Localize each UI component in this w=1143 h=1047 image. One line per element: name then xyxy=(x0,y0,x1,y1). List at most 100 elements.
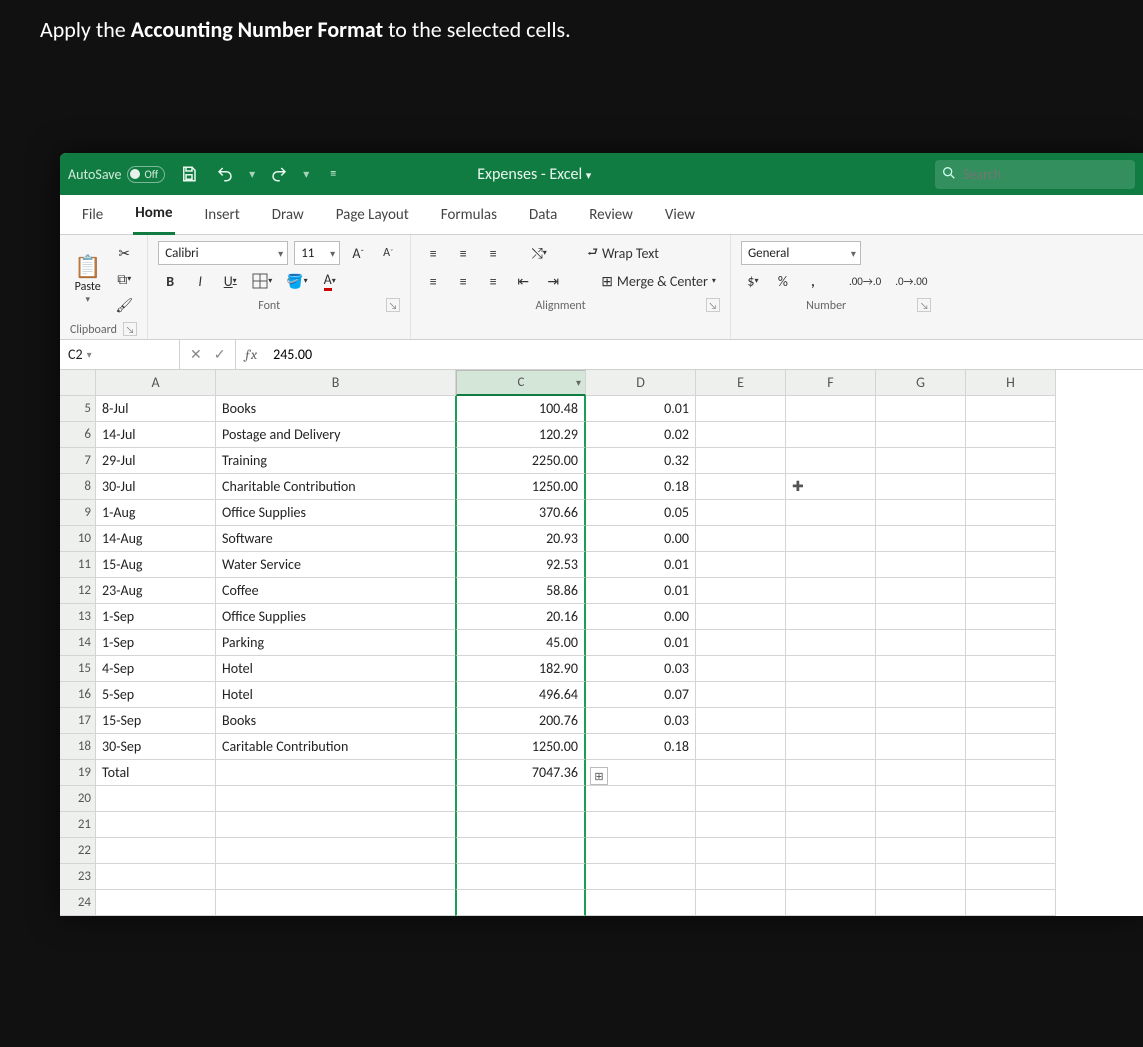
row-header-18[interactable]: 18 xyxy=(60,734,96,760)
number-format-select[interactable]: General xyxy=(741,241,861,265)
underline-button[interactable]: U ▾ xyxy=(218,269,242,293)
cell-A24[interactable] xyxy=(96,890,216,916)
cell-E7[interactable] xyxy=(696,448,786,474)
cell-D9[interactable]: 0.05 xyxy=(586,500,696,526)
cell-F24[interactable] xyxy=(786,890,876,916)
tab-page-layout[interactable]: Page Layout xyxy=(334,200,411,234)
cell-B19[interactable] xyxy=(216,760,456,786)
cell-A13[interactable]: 1-Sep xyxy=(96,604,216,630)
dialog-launcher-icon[interactable]: ↘ xyxy=(123,322,137,336)
cell-D21[interactable] xyxy=(586,812,696,838)
cell-A10[interactable]: 14-Aug xyxy=(96,526,216,552)
percent-button[interactable]: % xyxy=(771,269,795,293)
row-header-16[interactable]: 16 xyxy=(60,682,96,708)
cell-A16[interactable]: 5-Sep xyxy=(96,682,216,708)
cell-G10[interactable] xyxy=(876,526,966,552)
tab-insert[interactable]: Insert xyxy=(203,200,242,234)
cell-E21[interactable] xyxy=(696,812,786,838)
column-header-F[interactable]: F xyxy=(786,370,876,396)
align-top-icon[interactable]: ≡ xyxy=(421,241,445,265)
cell-C21[interactable] xyxy=(455,812,586,838)
cell-G18[interactable] xyxy=(876,734,966,760)
cell-H24[interactable] xyxy=(966,890,1056,916)
cell-F20[interactable] xyxy=(786,786,876,812)
cell-E10[interactable] xyxy=(696,526,786,552)
cell-H20[interactable] xyxy=(966,786,1056,812)
cell-D17[interactable]: 0.03 xyxy=(586,708,696,734)
cell-C6[interactable]: 120.29 xyxy=(455,422,586,448)
cell-F17[interactable] xyxy=(786,708,876,734)
cell-E22[interactable] xyxy=(696,838,786,864)
cell-E11[interactable] xyxy=(696,552,786,578)
font-name-select[interactable]: Calibri xyxy=(158,241,288,265)
redo-icon[interactable] xyxy=(267,162,291,186)
cell-A7[interactable]: 29-Jul xyxy=(96,448,216,474)
cell-F22[interactable] xyxy=(786,838,876,864)
tab-formulas[interactable]: Formulas xyxy=(439,200,499,234)
cell-G20[interactable] xyxy=(876,786,966,812)
cell-F23[interactable] xyxy=(786,864,876,890)
cell-D22[interactable] xyxy=(586,838,696,864)
copy-icon[interactable]: ⧉▾ xyxy=(111,267,137,291)
cell-A18[interactable]: 30-Sep xyxy=(96,734,216,760)
cell-H9[interactable] xyxy=(966,500,1056,526)
row-header-10[interactable]: 10 xyxy=(60,526,96,552)
row-header-23[interactable]: 23 xyxy=(60,864,96,890)
select-all-corner[interactable] xyxy=(60,370,96,396)
document-title[interactable]: Expenses - Excel ▾ xyxy=(477,165,591,184)
cell-D24[interactable] xyxy=(586,890,696,916)
cell-D12[interactable]: 0.01 xyxy=(586,578,696,604)
accounting-format-button[interactable]: $ ▾ xyxy=(741,269,765,293)
column-header-G[interactable]: G xyxy=(876,370,966,396)
fx-icon[interactable]: ƒx xyxy=(236,340,265,369)
cell-C16[interactable]: 496.64 xyxy=(455,682,586,708)
cell-E23[interactable] xyxy=(696,864,786,890)
cell-F9[interactable] xyxy=(786,500,876,526)
grow-font-icon[interactable]: Aˆ xyxy=(346,241,370,265)
save-icon[interactable] xyxy=(177,162,201,186)
cell-H22[interactable] xyxy=(966,838,1056,864)
fill-color-icon[interactable]: 🪣▾ xyxy=(282,269,311,293)
cell-D5[interactable]: 0.01 xyxy=(586,396,696,422)
cell-A22[interactable] xyxy=(96,838,216,864)
cell-E18[interactable] xyxy=(696,734,786,760)
format-painter-icon[interactable]: 🖌 xyxy=(111,293,137,317)
align-left-icon[interactable]: ≡ xyxy=(421,269,445,293)
row-header-22[interactable]: 22 xyxy=(60,838,96,864)
cell-B24[interactable] xyxy=(216,890,456,916)
cell-F12[interactable] xyxy=(786,578,876,604)
cell-A17[interactable]: 15-Sep xyxy=(96,708,216,734)
decrease-indent-icon[interactable]: ⇤ xyxy=(511,269,535,293)
cell-B7[interactable]: Training xyxy=(216,448,456,474)
cell-F11[interactable] xyxy=(786,552,876,578)
cell-C11[interactable]: 92.53 xyxy=(455,552,586,578)
cell-E8[interactable] xyxy=(696,474,786,500)
decrease-decimal-icon[interactable]: .0→.00 xyxy=(891,269,931,293)
cell-E24[interactable] xyxy=(696,890,786,916)
increase-indent-icon[interactable]: ⇥ xyxy=(541,269,565,293)
row-header-14[interactable]: 14 xyxy=(60,630,96,656)
align-middle-icon[interactable]: ≡ xyxy=(451,241,475,265)
cell-B5[interactable]: Books xyxy=(216,396,456,422)
cell-F18[interactable] xyxy=(786,734,876,760)
cell-G7[interactable] xyxy=(876,448,966,474)
column-header-H[interactable]: H xyxy=(966,370,1056,396)
row-header-15[interactable]: 15 xyxy=(60,656,96,682)
row-header-12[interactable]: 12 xyxy=(60,578,96,604)
cell-G19[interactable] xyxy=(876,760,966,786)
cell-B22[interactable] xyxy=(216,838,456,864)
spreadsheet-grid[interactable]: ABCDEFGH58-JulBooks100.480.01614-JulPost… xyxy=(60,370,1143,916)
tab-draw[interactable]: Draw xyxy=(270,200,306,234)
cell-H15[interactable] xyxy=(966,656,1056,682)
cell-G17[interactable] xyxy=(876,708,966,734)
cell-H6[interactable] xyxy=(966,422,1056,448)
quick-analysis-icon[interactable]: ⊞ xyxy=(590,767,608,785)
tab-review[interactable]: Review xyxy=(587,200,635,234)
enter-formula-icon[interactable]: ✓ xyxy=(210,346,230,363)
cell-H7[interactable] xyxy=(966,448,1056,474)
italic-button[interactable]: I xyxy=(188,269,212,293)
cell-E15[interactable] xyxy=(696,656,786,682)
cell-F5[interactable] xyxy=(786,396,876,422)
cell-A23[interactable] xyxy=(96,864,216,890)
cell-G23[interactable] xyxy=(876,864,966,890)
